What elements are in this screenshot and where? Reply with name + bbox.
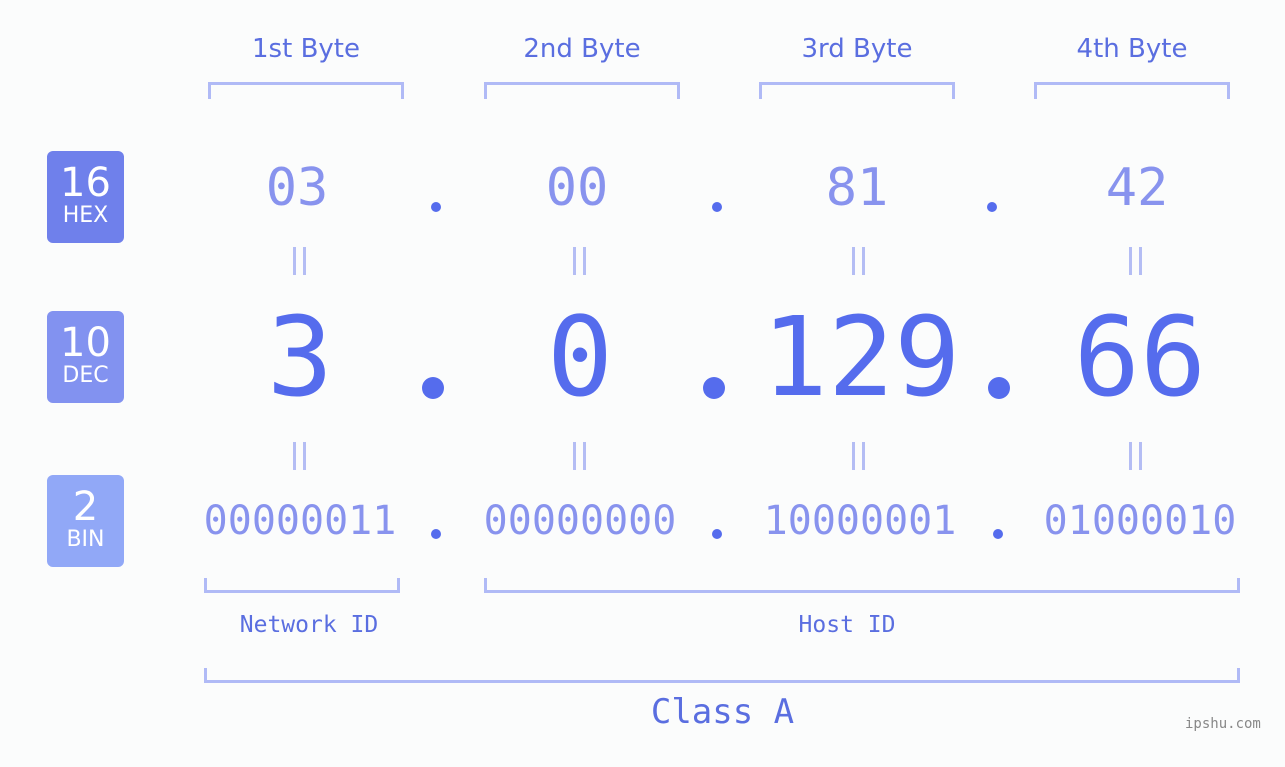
hex-octet-1: 03 <box>265 158 329 218</box>
equals-icon <box>1126 247 1146 275</box>
dec-label: DEC <box>62 363 109 388</box>
bin-octet-1: 00000011 <box>203 498 397 544</box>
hex-octet-3: 81 <box>825 158 889 218</box>
host-id-bracket <box>484 578 1240 593</box>
dec-base: 10 <box>60 320 111 366</box>
bin-separator-3 <box>993 529 1003 539</box>
bin-octet-3: 10000001 <box>763 498 957 544</box>
class-label: Class A <box>650 692 795 732</box>
hex-separator-2 <box>712 202 722 212</box>
network-id-label: Network ID <box>239 612 379 638</box>
dec-octet-1: 3 <box>266 293 334 421</box>
bin-separator-2 <box>712 529 722 539</box>
bin-separator-1 <box>431 529 441 539</box>
byte-header-2: 2nd Byte <box>523 34 641 64</box>
byte-bracket-1 <box>208 82 404 99</box>
equals-icon <box>290 442 310 470</box>
byte-bracket-2 <box>484 82 680 99</box>
bin-octet-2: 00000000 <box>483 498 677 544</box>
hex-octet-2: 00 <box>545 158 609 218</box>
dec-separator-3 <box>988 377 1010 399</box>
byte-header-1: 1st Byte <box>252 34 360 64</box>
equals-icon <box>1126 442 1146 470</box>
bin-badge: 2 BIN <box>47 475 124 567</box>
byte-bracket-3 <box>759 82 955 99</box>
dec-separator-2 <box>703 377 725 399</box>
hex-octet-4: 42 <box>1105 158 1169 218</box>
dec-octet-3: 129 <box>761 293 961 421</box>
dec-badge: 10 DEC <box>47 311 124 403</box>
dec-octet-2: 0 <box>546 293 614 421</box>
byte-header-4: 4th Byte <box>1076 34 1188 64</box>
bin-base: 2 <box>72 484 99 530</box>
network-id-bracket <box>204 578 400 593</box>
watermark: ipshu.com <box>1185 716 1261 732</box>
hex-base: 16 <box>60 160 111 206</box>
hex-separator-1 <box>431 202 441 212</box>
dec-octet-4: 66 <box>1073 293 1207 421</box>
equals-icon <box>570 247 590 275</box>
hex-badge: 16 HEX <box>47 151 124 243</box>
host-id-label: Host ID <box>798 612 896 638</box>
dec-separator-1 <box>422 377 444 399</box>
equals-icon <box>570 442 590 470</box>
class-bracket <box>204 668 1240 683</box>
hex-separator-3 <box>987 202 997 212</box>
equals-icon <box>849 442 869 470</box>
equals-icon <box>290 247 310 275</box>
byte-header-3: 3rd Byte <box>801 34 913 64</box>
byte-bracket-4 <box>1034 82 1230 99</box>
bin-octet-4: 01000010 <box>1043 498 1237 544</box>
hex-label: HEX <box>62 203 109 228</box>
equals-icon <box>849 247 869 275</box>
bin-label: BIN <box>66 527 105 552</box>
